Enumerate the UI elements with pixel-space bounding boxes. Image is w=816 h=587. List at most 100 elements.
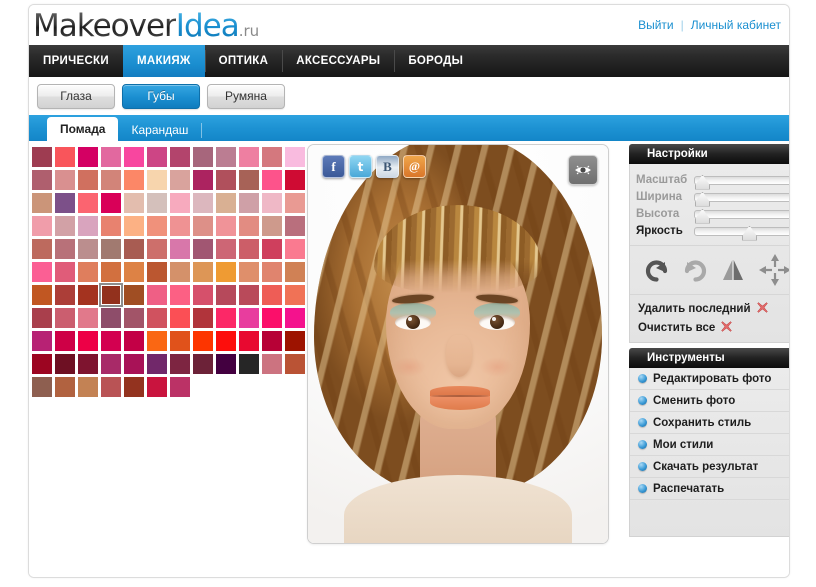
account-link[interactable]: Личный кабинет — [691, 18, 781, 32]
color-swatch[interactable] — [193, 262, 213, 282]
color-swatch[interactable] — [239, 285, 259, 305]
color-swatch[interactable] — [147, 170, 167, 190]
color-swatch[interactable] — [262, 331, 282, 351]
color-swatch[interactable] — [78, 216, 98, 236]
tool-save-style[interactable]: Сохранить стиль — [630, 412, 790, 434]
color-swatch[interactable] — [124, 331, 144, 351]
tool-my-styles[interactable]: Мои стили — [630, 434, 790, 456]
color-swatch[interactable] — [216, 308, 236, 328]
slider-knob-height[interactable] — [695, 209, 710, 224]
nav-item-makeup[interactable]: МАКИЯЖ — [123, 45, 205, 77]
color-swatch[interactable] — [216, 285, 236, 305]
color-swatch[interactable] — [239, 216, 259, 236]
color-swatch[interactable] — [262, 285, 282, 305]
color-swatch[interactable] — [32, 147, 52, 167]
color-swatch[interactable] — [32, 377, 52, 397]
color-swatch[interactable] — [285, 308, 305, 328]
tool-download-result[interactable]: Скачать результат — [630, 456, 790, 478]
color-swatch[interactable] — [239, 193, 259, 213]
color-swatch[interactable] — [124, 239, 144, 259]
color-swatch[interactable] — [101, 262, 121, 282]
color-swatch[interactable] — [101, 170, 121, 190]
slider-track-scale[interactable] — [694, 176, 790, 185]
color-swatch[interactable] — [124, 170, 144, 190]
rotate-left-icon[interactable] — [644, 258, 670, 282]
color-swatch[interactable] — [101, 239, 121, 259]
color-swatch[interactable] — [55, 377, 75, 397]
slider-track-width[interactable] — [694, 193, 790, 202]
color-swatch[interactable] — [239, 147, 259, 167]
color-swatch[interactable] — [239, 239, 259, 259]
color-swatch[interactable] — [147, 239, 167, 259]
slider-knob-brightness[interactable] — [742, 226, 757, 241]
color-swatch[interactable] — [55, 216, 75, 236]
color-swatch[interactable] — [193, 285, 213, 305]
color-swatch[interactable] — [170, 377, 190, 397]
color-swatch[interactable] — [262, 262, 282, 282]
color-swatch[interactable] — [55, 239, 75, 259]
color-swatch[interactable] — [193, 239, 213, 259]
color-swatch[interactable] — [78, 308, 98, 328]
logout-link[interactable]: Выйти — [638, 18, 674, 32]
subnav-button-eyes[interactable]: Глаза — [37, 84, 115, 109]
color-swatch[interactable] — [170, 262, 190, 282]
subnav-button-lips[interactable]: Губы — [122, 84, 200, 109]
color-swatch[interactable] — [147, 331, 167, 351]
color-swatch[interactable] — [193, 331, 213, 351]
color-swatch[interactable] — [216, 262, 236, 282]
color-swatch[interactable] — [170, 170, 190, 190]
nav-item-accessories[interactable]: АКСЕССУАРЫ — [282, 45, 394, 77]
color-swatch[interactable] — [78, 193, 98, 213]
color-swatch[interactable] — [216, 331, 236, 351]
facebook-icon[interactable]: f — [322, 155, 345, 178]
color-swatch[interactable] — [285, 239, 305, 259]
color-swatch[interactable] — [262, 354, 282, 374]
color-swatch[interactable] — [216, 170, 236, 190]
color-swatch[interactable] — [101, 377, 121, 397]
color-swatch[interactable] — [239, 170, 259, 190]
color-swatch[interactable] — [78, 377, 98, 397]
color-swatch[interactable] — [32, 331, 52, 351]
tool-change-photo[interactable]: Сменить фото — [630, 390, 790, 412]
color-swatch[interactable] — [32, 239, 52, 259]
color-swatch[interactable] — [124, 285, 144, 305]
color-swatch[interactable] — [147, 193, 167, 213]
color-swatch[interactable] — [124, 262, 144, 282]
color-swatch[interactable] — [216, 193, 236, 213]
color-swatch[interactable] — [285, 193, 305, 213]
color-swatch[interactable] — [78, 285, 98, 305]
color-swatch[interactable] — [193, 147, 213, 167]
rotate-right-icon[interactable] — [682, 258, 708, 282]
mailru-icon[interactable]: @ — [403, 155, 426, 178]
color-swatch[interactable] — [124, 193, 144, 213]
nav-item-hairstyles[interactable]: ПРИЧЕСКИ — [29, 45, 123, 77]
slider-track-brightness[interactable] — [694, 227, 790, 236]
tab-pencil[interactable]: Карандаш — [118, 119, 201, 141]
slider-track-height[interactable] — [694, 210, 790, 219]
color-swatch[interactable] — [124, 377, 144, 397]
flip-horizontal-icon[interactable] — [720, 257, 746, 283]
color-swatch[interactable] — [101, 285, 121, 305]
subnav-button-blush[interactable]: Румяна — [207, 84, 285, 109]
color-swatch[interactable] — [32, 354, 52, 374]
color-swatch[interactable] — [55, 308, 75, 328]
delete-x-icon[interactable] — [757, 302, 768, 316]
color-swatch[interactable] — [55, 285, 75, 305]
nav-item-optics[interactable]: ОПТИКА — [205, 45, 283, 77]
color-swatch[interactable] — [216, 147, 236, 167]
move-icon[interactable] — [758, 253, 790, 287]
color-swatch[interactable] — [55, 354, 75, 374]
color-swatch[interactable] — [262, 216, 282, 236]
color-swatch[interactable] — [32, 308, 52, 328]
color-swatch[interactable] — [55, 170, 75, 190]
color-swatch[interactable] — [78, 262, 98, 282]
color-swatch[interactable] — [124, 216, 144, 236]
color-swatch[interactable] — [55, 193, 75, 213]
color-swatch[interactable] — [78, 331, 98, 351]
slider-knob-scale[interactable] — [695, 175, 710, 190]
color-swatch[interactable] — [78, 170, 98, 190]
color-swatch[interactable] — [101, 216, 121, 236]
tool-print[interactable]: Распечатать — [630, 478, 790, 500]
color-swatch[interactable] — [32, 193, 52, 213]
color-swatch[interactable] — [170, 147, 190, 167]
